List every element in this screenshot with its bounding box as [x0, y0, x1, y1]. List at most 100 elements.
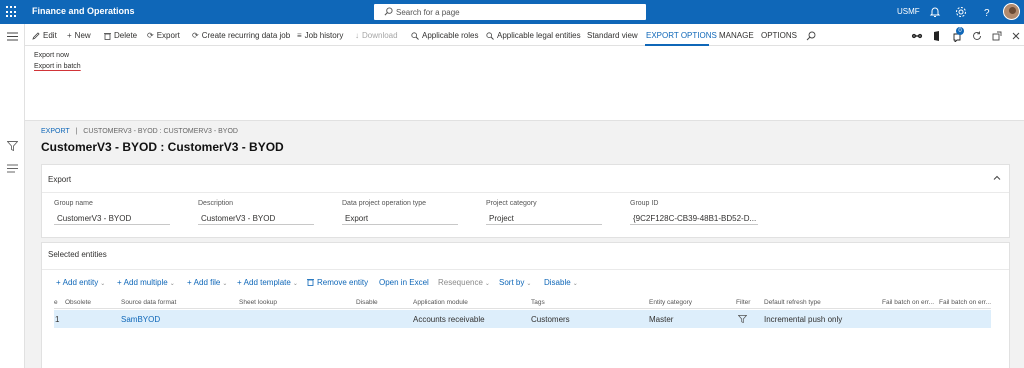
applicable-roles-button[interactable]: Applicable roles [411, 31, 478, 40]
hamburger-icon[interactable] [7, 32, 18, 41]
filter-icon[interactable] [738, 315, 747, 323]
applicable-legal-entities-button[interactable]: Applicable legal entities [486, 31, 581, 40]
export-in-batch-menu-item[interactable]: Export in batch [34, 63, 81, 70]
breadcrumb-root[interactable]: EXPORT [41, 128, 70, 135]
column-header-entity-category[interactable]: Entity category [649, 299, 692, 306]
column-header-source-data-format[interactable]: Source data format [121, 299, 176, 306]
column-header-default-refresh-type[interactable]: Default refresh type [764, 299, 821, 306]
operation-type-field[interactable]: Data project operation type Export [342, 200, 458, 225]
group-name-field[interactable]: Group name CustomerV3 - BYOD [54, 200, 170, 225]
gear-icon[interactable] [954, 5, 968, 19]
group-name-label: Group name [54, 200, 93, 207]
description-label: Description [198, 200, 234, 207]
list-icon: ≡ [297, 31, 302, 40]
group-name-value[interactable]: CustomerV3 - BYOD [54, 211, 170, 225]
trash-icon [307, 279, 314, 286]
app-title[interactable]: Finance and Operations [32, 6, 135, 16]
plus-icon: + [56, 278, 61, 287]
export-section: Export Group name CustomerV3 - BYOD Desc… [41, 164, 1010, 238]
column-header-tags[interactable]: Tags [531, 299, 545, 306]
filter-icon[interactable] [7, 141, 18, 151]
edit-button[interactable]: Edit [32, 31, 57, 40]
add-template-button[interactable]: + Add template ⌄ [237, 278, 298, 287]
close-icon[interactable] [1010, 30, 1022, 42]
list-icon[interactable] [7, 164, 18, 173]
tab-options[interactable]: OPTIONS [761, 31, 797, 40]
export-button[interactable]: ⟳ Export [147, 31, 180, 40]
office-icon[interactable] [931, 30, 943, 42]
export-section-header[interactable]: Export [42, 165, 1009, 193]
add-entity-button[interactable]: + Add entity ⌄ [56, 278, 105, 287]
project-category-value[interactable]: Project [486, 211, 602, 225]
resequence-button[interactable]: Resequence ⌄ [438, 278, 490, 287]
table-row[interactable]: 1 SamBYOD Accounts receivable Customers … [54, 310, 991, 328]
column-header-disable[interactable]: Disable [356, 299, 378, 306]
standard-view-button[interactable]: Standard view [587, 31, 638, 40]
refresh-icon: ⟳ [147, 31, 154, 40]
disable-button[interactable]: Disable ⌄ [544, 278, 578, 287]
new-button[interactable]: + New [67, 31, 91, 40]
description-field[interactable]: Description CustomerV3 - BYOD [198, 200, 314, 225]
sort-by-button[interactable]: Sort by ⌄ [499, 278, 531, 287]
column-header-sheet-lookup[interactable]: Sheet lookup [239, 299, 277, 306]
project-category-field[interactable]: Project category Project [486, 200, 602, 225]
chevron-up-icon[interactable] [993, 174, 1001, 182]
breadcrumb: EXPORT | CUSTOMERV3 - BYOD : CUSTOMERV3 … [41, 128, 238, 135]
group-id-value[interactable]: {9C2F128C-CB39-48B1-BD52-D... [630, 211, 758, 225]
divider [42, 269, 1009, 270]
breadcrumb-separator: | [75, 128, 78, 135]
help-icon[interactable]: ? [980, 5, 994, 19]
chevron-down-icon: ⌄ [100, 281, 106, 287]
create-recurring-data-job-button[interactable]: ⟳ Create recurring data job [192, 31, 290, 40]
search-input[interactable]: Search for a page [374, 4, 646, 20]
export-section-title: Export [48, 175, 72, 184]
source-data-format-cell[interactable]: SamBYOD [121, 315, 160, 324]
tab-manage[interactable]: MANAGE [719, 31, 754, 40]
column-header-obsolete[interactable]: Obsolete [65, 299, 91, 306]
operation-type-value[interactable]: Export [342, 211, 458, 225]
page-title: CustomerV3 - BYOD : CustomerV3 - BYOD [41, 140, 284, 154]
column-header-application-module[interactable]: Application module [413, 299, 468, 306]
download-icon: ↓ [355, 31, 359, 40]
project-category-label: Project category [486, 200, 537, 207]
company-picker[interactable]: USMF [897, 7, 920, 16]
waffle-icon[interactable] [6, 6, 18, 18]
open-in-excel-button[interactable]: Open in Excel [379, 278, 429, 287]
app-bar: Finance and Operations Search for a page… [0, 0, 1024, 24]
column-header-fail-batch-2[interactable]: Fail batch on err... [939, 299, 991, 306]
notification-badge: 0 [956, 27, 964, 35]
bell-icon[interactable] [928, 5, 942, 19]
search-icon[interactable] [805, 30, 817, 42]
tab-export-options[interactable]: EXPORT OPTIONS [646, 31, 717, 40]
delete-button[interactable]: Delete [104, 31, 137, 40]
svg-text:?: ? [984, 8, 990, 19]
column-header-filter[interactable]: Filter [736, 299, 750, 306]
group-id-field[interactable]: Group ID {9C2F128C-CB39-48B1-BD52-D... [630, 200, 758, 225]
plus-icon: + [187, 278, 192, 287]
tags-cell: Customers [531, 315, 570, 324]
breadcrumb-path: CUSTOMERV3 - BYOD : CUSTOMERV3 - BYOD [83, 128, 238, 135]
selected-entities-header[interactable]: Selected entities [42, 243, 1009, 269]
add-multiple-button[interactable]: + Add multiple ⌄ [117, 278, 175, 287]
description-value[interactable]: CustomerV3 - BYOD [198, 211, 314, 225]
chevron-down-icon: ⌄ [292, 281, 298, 287]
column-header-fail-batch-1[interactable]: Fail batch on err... [882, 299, 934, 306]
download-button[interactable]: ↓ Download [355, 31, 398, 40]
refresh-icon[interactable] [971, 30, 983, 42]
avatar[interactable] [1003, 3, 1020, 20]
chevron-down-icon: ⌄ [572, 281, 578, 287]
action-pane: Edit + New Delete ⟳ Export ⟳ Create recurri… [25, 24, 1024, 46]
link-icon[interactable] [911, 30, 923, 42]
export-now-menu-item[interactable]: Export now [34, 52, 69, 59]
chevron-down-icon: ⌄ [169, 281, 175, 287]
edit-icon [32, 31, 40, 40]
chevron-down-icon: ⌄ [222, 281, 228, 287]
open-new-window-icon[interactable] [991, 30, 1003, 42]
job-history-button[interactable]: ≡ Job history [297, 31, 343, 40]
chevron-down-icon: ⌄ [526, 281, 532, 287]
search-icon [486, 31, 494, 40]
remove-entity-button[interactable]: Remove entity [307, 278, 368, 287]
column-header[interactable]: e [54, 299, 58, 306]
selected-entities-title: Selected entities [48, 250, 107, 259]
add-file-button[interactable]: + Add file ⌄ [187, 278, 227, 287]
